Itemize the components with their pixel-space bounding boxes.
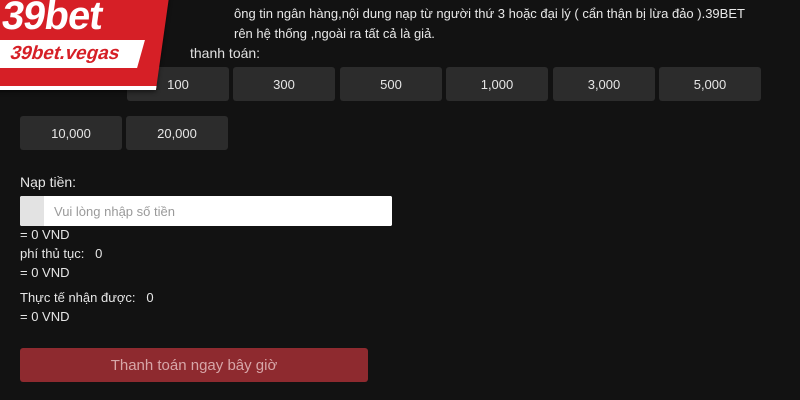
input-prefix [20, 196, 44, 226]
actual-received-value: 0 [146, 290, 154, 305]
notice-line-1: ông tin ngân hàng,nội dung nạp từ người … [234, 6, 745, 21]
actual-converted: = 0 VND [20, 309, 70, 324]
fee-converted: = 0 VND [20, 265, 70, 280]
actual-received-label: Thực tế nhận được: [20, 290, 136, 305]
fee-value: 0 [95, 246, 103, 261]
brand-logo: 39bet 39bet.vegas [0, 0, 170, 90]
deposit-input-group [20, 196, 392, 226]
logo-domain-badge: 39bet.vegas [0, 40, 145, 68]
logo-domain-text: 39bet.vegas [7, 43, 123, 64]
amount-button-3000[interactable]: 3,000 [553, 67, 655, 101]
amount-button-10000[interactable]: 10,000 [20, 116, 122, 150]
payment-amount-label: thanh toán: [190, 45, 261, 61]
deposit-label: Nạp tiền: [20, 174, 77, 190]
amount-button-1000[interactable]: 1,000 [446, 67, 548, 101]
fee-label: phí thủ tục: [20, 246, 85, 261]
notice-line-2: rên hệ thống ,ngoài ra tất cả là giả. [234, 26, 435, 41]
fee-row: phí thủ tục: 0 [20, 246, 102, 261]
actual-received-row: Thực tế nhận được: 0 [20, 290, 154, 305]
amount-button-20000[interactable]: 20,000 [126, 116, 228, 150]
amount-button-5000[interactable]: 5,000 [659, 67, 761, 101]
amount-button-300[interactable]: 300 [233, 67, 335, 101]
logo-wordmark: 39bet [0, 0, 105, 38]
pay-now-button[interactable]: Thanh toán ngay bây giờ [20, 348, 368, 382]
amount-button-500[interactable]: 500 [340, 67, 442, 101]
deposit-converted: = 0 VND [20, 227, 70, 242]
deposit-amount-input[interactable] [44, 196, 392, 226]
